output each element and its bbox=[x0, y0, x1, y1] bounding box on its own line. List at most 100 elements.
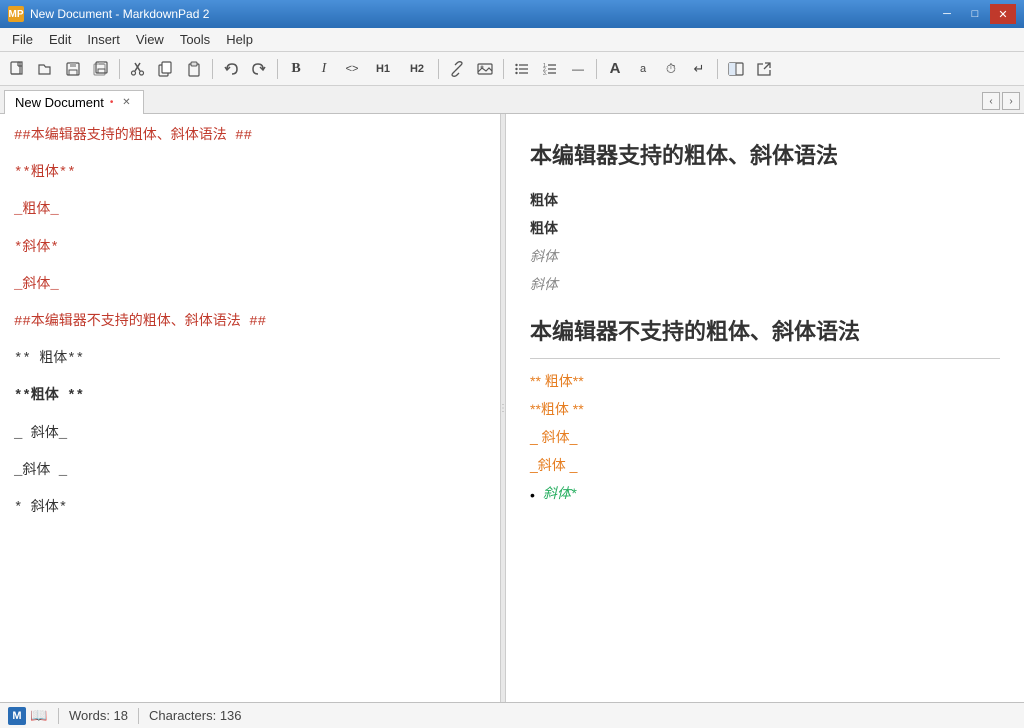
menu-view[interactable]: View bbox=[128, 28, 172, 51]
editor-line bbox=[14, 188, 486, 196]
ul-button[interactable] bbox=[509, 56, 535, 82]
menubar: File Edit Insert View Tools Help bbox=[0, 28, 1024, 52]
editor-line bbox=[14, 486, 486, 494]
menu-help[interactable]: Help bbox=[218, 28, 261, 51]
menu-tools[interactable]: Tools bbox=[172, 28, 218, 51]
cut-button[interactable] bbox=[125, 56, 151, 82]
tab-prev-button[interactable]: ‹ bbox=[982, 92, 1000, 110]
editor-line: ** 粗体** bbox=[14, 347, 486, 372]
toolbar-sep-4 bbox=[438, 59, 439, 79]
editor-line: _粗体_ bbox=[14, 198, 486, 223]
app-status-icon: M bbox=[8, 707, 26, 725]
book-icon: 📖 bbox=[30, 707, 48, 725]
preview-bullet-item: • 斜体* bbox=[530, 479, 1000, 509]
statusbar: M 📖 Words: 18 Characters: 136 bbox=[0, 702, 1024, 728]
open-button[interactable] bbox=[32, 56, 58, 82]
italic-button[interactable]: I bbox=[311, 56, 337, 82]
toolbar-sep-1 bbox=[119, 59, 120, 79]
status-separator-2 bbox=[138, 708, 139, 724]
preview-section2-title: 本编辑器不支持的粗体、斜体语法 bbox=[530, 310, 1000, 359]
code-button[interactable]: <> bbox=[339, 56, 365, 82]
editor-line bbox=[14, 374, 486, 382]
preview-italic2: 斜体 bbox=[530, 270, 1000, 298]
preview-bold2: 粗体 bbox=[530, 214, 1000, 242]
new-button[interactable] bbox=[4, 56, 30, 82]
minimize-button[interactable]: ─ bbox=[934, 4, 960, 24]
preview-invalid4: _斜体 _ bbox=[530, 451, 1000, 479]
preview-invalid3: _ 斜体_ bbox=[530, 423, 1000, 451]
h2-button[interactable]: H2 bbox=[401, 56, 433, 82]
close-button[interactable]: ✕ bbox=[990, 4, 1016, 24]
save-all-button[interactable] bbox=[88, 56, 114, 82]
timestamp-button[interactable]: ⏱ bbox=[658, 56, 684, 82]
h1-button[interactable]: H1 bbox=[367, 56, 399, 82]
editor-pane[interactable]: ##本编辑器支持的粗体、斜体语法 ## **粗体** _粗体_ *斜体* _斜体… bbox=[0, 114, 500, 702]
editor-line: _斜体 _ bbox=[14, 459, 486, 484]
tab-label: New Document bbox=[15, 95, 104, 110]
preview-pane: 本编辑器支持的粗体、斜体语法 粗体 粗体 斜体 斜体 本编辑器不支持的粗体、斜体… bbox=[506, 114, 1024, 702]
toolbar-sep-6 bbox=[596, 59, 597, 79]
hr-button[interactable]: — bbox=[565, 56, 591, 82]
paste-button[interactable] bbox=[181, 56, 207, 82]
window-controls: ─ □ ✕ bbox=[934, 4, 1016, 24]
preview-italic1: 斜体 bbox=[530, 242, 1000, 270]
window-title: New Document - MarkdownPad 2 bbox=[30, 7, 934, 21]
editor-line bbox=[14, 337, 486, 345]
toolbar-sep-5 bbox=[503, 59, 504, 79]
menu-file[interactable]: File bbox=[4, 28, 41, 51]
preview-section1-title: 本编辑器支持的粗体、斜体语法 bbox=[530, 134, 1000, 178]
editor-line: _斜体_ bbox=[14, 273, 486, 298]
toolbar-sep-3 bbox=[277, 59, 278, 79]
tab-navigation: ‹ › bbox=[982, 92, 1020, 113]
copy-button[interactable] bbox=[153, 56, 179, 82]
undo-button[interactable] bbox=[218, 56, 244, 82]
preview-bold1: 粗体 bbox=[530, 186, 1000, 214]
editor-line: _ 斜体_ bbox=[14, 422, 486, 447]
char-count: Characters: 136 bbox=[149, 708, 242, 723]
preview-invalid1: ** 粗体** bbox=[530, 367, 1000, 395]
titlebar: MP New Document - MarkdownPad 2 ─ □ ✕ bbox=[0, 0, 1024, 28]
status-separator-1 bbox=[58, 708, 59, 724]
bold-button[interactable]: B bbox=[283, 56, 309, 82]
save-button[interactable] bbox=[60, 56, 86, 82]
tab-close-button[interactable]: ✕ bbox=[119, 96, 133, 110]
toolbar: B I <> H1 H2 1.2.3. — A a ⏱ ↵ bbox=[0, 52, 1024, 86]
app-icon: MP bbox=[8, 6, 24, 22]
word-count: Words: 18 bbox=[69, 708, 128, 723]
link-button[interactable] bbox=[444, 56, 470, 82]
maximize-button[interactable]: □ bbox=[962, 4, 988, 24]
arrow-button[interactable]: ↵ bbox=[686, 56, 712, 82]
tab-next-button[interactable]: › bbox=[1002, 92, 1020, 110]
preview-button[interactable] bbox=[723, 56, 749, 82]
toolbar-sep-7 bbox=[717, 59, 718, 79]
export-button[interactable] bbox=[751, 56, 777, 82]
editor-line: ##本编辑器不支持的粗体、斜体语法 ## bbox=[14, 310, 486, 335]
toolbar-sep-2 bbox=[212, 59, 213, 79]
editor-line: *斜体* bbox=[14, 236, 486, 261]
document-tab[interactable]: New Document • ✕ bbox=[4, 90, 144, 114]
editor-line: * 斜体* bbox=[14, 496, 486, 521]
editor-line bbox=[14, 263, 486, 271]
editor-line bbox=[14, 449, 486, 457]
preview-invalid2: **粗体 ** bbox=[530, 395, 1000, 423]
editor-line bbox=[14, 226, 486, 234]
editor-line bbox=[14, 412, 486, 420]
editor-line: ##本编辑器支持的粗体、斜体语法 ## bbox=[14, 124, 486, 149]
main-content: ##本编辑器支持的粗体、斜体语法 ## **粗体** _粗体_ *斜体* _斜体… bbox=[0, 114, 1024, 702]
menu-insert[interactable]: Insert bbox=[79, 28, 128, 51]
editor-line: **粗体 ** bbox=[14, 384, 486, 409]
small-a-button[interactable]: a bbox=[630, 56, 656, 82]
bullet-italic-text: 斜体* bbox=[543, 479, 576, 507]
menu-edit[interactable]: Edit bbox=[41, 28, 79, 51]
bullet-dot: • bbox=[530, 481, 535, 509]
svg-text:3.: 3. bbox=[543, 71, 547, 77]
tab-modified-indicator: • bbox=[110, 97, 114, 108]
image-button[interactable] bbox=[472, 56, 498, 82]
ol-button[interactable]: 1.2.3. bbox=[537, 56, 563, 82]
editor-line bbox=[14, 300, 486, 308]
editor-line: **粗体** bbox=[14, 161, 486, 186]
editor-line bbox=[14, 151, 486, 159]
redo-button[interactable] bbox=[246, 56, 272, 82]
tabbar: New Document • ✕ ‹ › bbox=[0, 86, 1024, 114]
big-a-button[interactable]: A bbox=[602, 56, 628, 82]
